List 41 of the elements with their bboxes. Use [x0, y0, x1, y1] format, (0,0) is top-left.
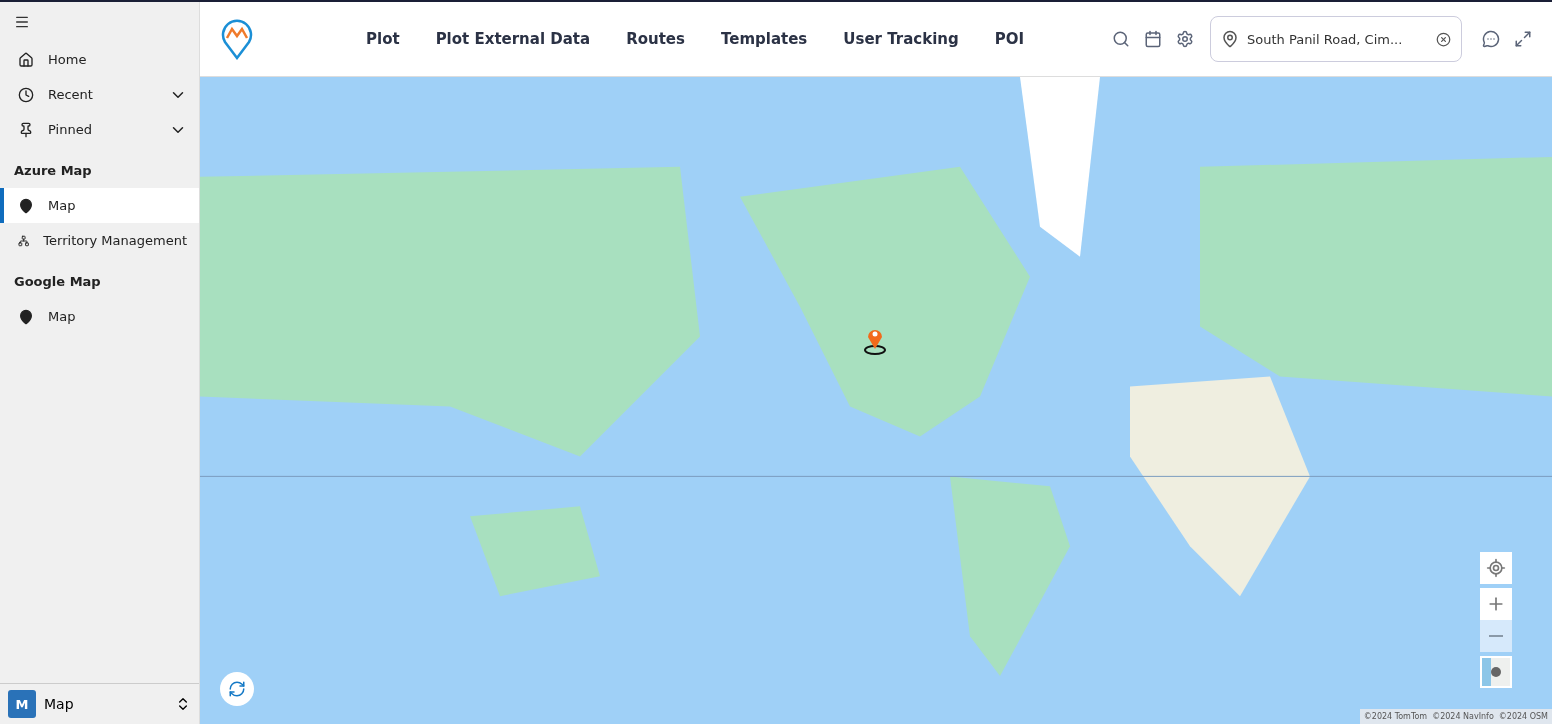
group-title: Azure Map: [13, 162, 93, 180]
sidebar-item[interactable]: Recent: [0, 77, 199, 112]
nav-link[interactable]: Plot External Data: [435, 30, 591, 48]
sidebar-item[interactable]: Pinned: [0, 112, 199, 147]
search-icon[interactable]: [1112, 30, 1130, 48]
area-switcher[interactable]: M Map: [0, 683, 199, 724]
refresh-icon: [228, 680, 246, 698]
attribution-text: ©2024 NavInfo: [1432, 712, 1494, 721]
refresh-button[interactable]: [220, 672, 254, 706]
group-title: Google Map: [13, 273, 102, 291]
zoom-in-button[interactable]: [1480, 588, 1512, 620]
locate-button[interactable]: [1480, 552, 1512, 584]
attribution-text: ©2024 OSM: [1498, 712, 1548, 721]
sidebar-item[interactable]: Map: [0, 299, 199, 334]
area-label: Map: [44, 696, 75, 712]
map-pin-icon: [1221, 30, 1239, 48]
logo-icon: [220, 18, 254, 60]
location-field[interactable]: South Panil Road, Cim...: [1210, 16, 1462, 62]
expand-icon[interactable]: [1514, 30, 1532, 48]
sidebar-item[interactable]: Territory Management: [0, 223, 199, 258]
calendar-icon[interactable]: [1144, 30, 1162, 48]
nav-link[interactable]: Plot: [366, 30, 400, 48]
chat-icon[interactable]: [1482, 30, 1500, 48]
clock-icon: [18, 86, 34, 103]
nav-link[interactable]: Routes: [626, 30, 685, 48]
attribution-text: ©2024 TomTom: [1363, 712, 1428, 721]
nav-link[interactable]: POI: [994, 30, 1025, 48]
sidebar-item[interactable]: Home: [0, 42, 199, 77]
clear-icon[interactable]: [1436, 31, 1451, 47]
home-icon: [18, 51, 34, 68]
map-pin-icon: [18, 308, 34, 325]
locate-icon: [1486, 558, 1506, 578]
minus-icon: [1489, 635, 1503, 637]
pin-icon: [18, 121, 34, 138]
nav-link[interactable]: Templates: [720, 30, 808, 48]
settings-icon[interactable]: [1176, 30, 1194, 48]
area-badge: M: [8, 690, 36, 718]
nav-link[interactable]: User Tracking: [843, 30, 959, 48]
sidebar-item[interactable]: Map: [0, 188, 199, 223]
map-pin-icon: [18, 197, 34, 214]
map-style-button[interactable]: [1480, 656, 1512, 688]
